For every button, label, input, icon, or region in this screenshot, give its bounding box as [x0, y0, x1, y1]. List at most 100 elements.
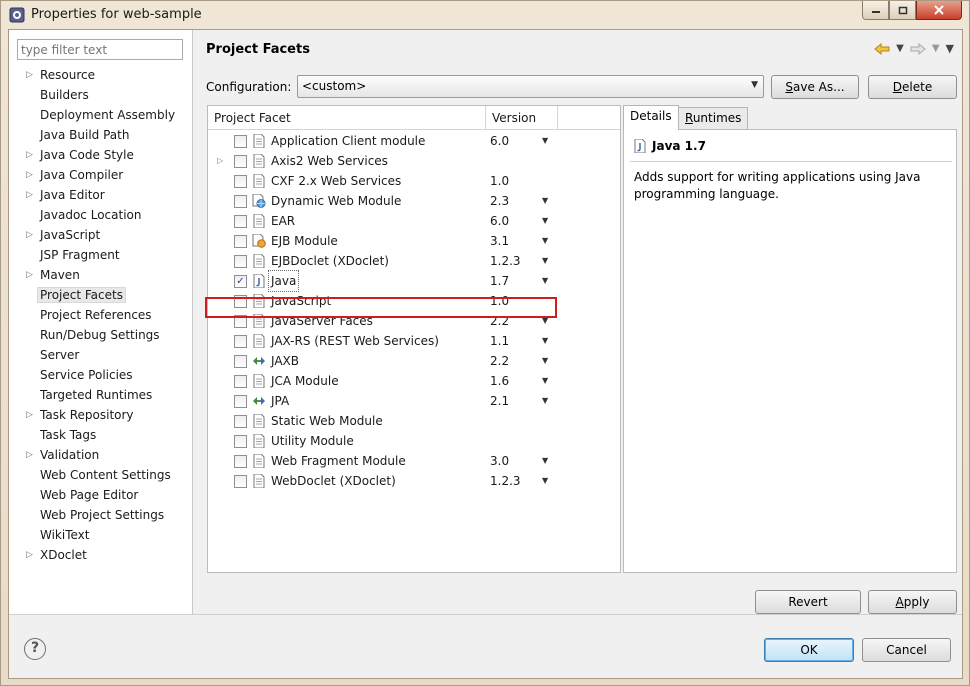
- table-row[interactable]: ✓ Java 1.7 ▼: [208, 270, 620, 292]
- sidebar-item-maven[interactable]: ▷ Maven: [9, 265, 193, 285]
- facet-checkbox[interactable]: [234, 195, 247, 208]
- sidebar-item-targeted-runtimes[interactable]: Targeted Runtimes: [9, 385, 193, 405]
- version-dropdown-icon[interactable]: ▼: [542, 471, 548, 491]
- column-header-project-facet[interactable]: Project Facet: [208, 106, 486, 130]
- expand-arrow-icon[interactable]: ▷: [26, 445, 34, 465]
- table-row[interactable]: JPA 2.1 ▼: [208, 391, 620, 411]
- table-row[interactable]: Dynamic Web Module 2.3 ▼: [208, 191, 620, 211]
- expand-arrow-icon[interactable]: ▷: [26, 165, 34, 185]
- configuration-combo[interactable]: <custom> ▼: [297, 75, 764, 98]
- sidebar-item-javadoc-location[interactable]: Javadoc Location: [9, 205, 193, 225]
- expand-arrow-icon[interactable]: ▷: [217, 151, 223, 171]
- facet-checkbox[interactable]: [234, 435, 247, 448]
- facet-checkbox[interactable]: [234, 235, 247, 248]
- version-dropdown-icon[interactable]: ▼: [542, 251, 548, 271]
- table-row[interactable]: ▷ Axis2 Web Services: [208, 151, 620, 171]
- sidebar-item-project-references[interactable]: Project References: [9, 305, 193, 325]
- table-row[interactable]: EJB Module 3.1 ▼: [208, 231, 620, 251]
- expand-arrow-icon[interactable]: ▷: [26, 405, 34, 425]
- table-row[interactable]: JCA Module 1.6 ▼: [208, 371, 620, 391]
- expand-arrow-icon[interactable]: ▷: [26, 265, 34, 285]
- sidebar-item-jsp-fragment[interactable]: JSP Fragment: [9, 245, 193, 265]
- sidebar-item-service-policies[interactable]: Service Policies: [9, 365, 193, 385]
- version-dropdown-icon[interactable]: ▼: [542, 131, 548, 151]
- tab-runtimes[interactable]: Runtimes: [678, 107, 749, 129]
- sidebar-item-xdoclet[interactable]: ▷ XDoclet: [9, 545, 193, 565]
- facet-checkbox[interactable]: [234, 375, 247, 388]
- table-row[interactable]: JAX-RS (REST Web Services) 1.1 ▼: [208, 331, 620, 351]
- version-dropdown-icon[interactable]: ▼: [542, 391, 548, 411]
- sidebar-item-task-repository[interactable]: ▷ Task Repository: [9, 405, 193, 425]
- sidebar-item-web-content-settings[interactable]: Web Content Settings: [9, 465, 193, 485]
- version-dropdown-icon[interactable]: ▼: [542, 231, 548, 251]
- sidebar-item-java-compiler[interactable]: ▷ Java Compiler: [9, 165, 193, 185]
- table-row[interactable]: EAR 6.0 ▼: [208, 211, 620, 231]
- maximize-button[interactable]: [889, 1, 916, 20]
- table-row[interactable]: JAXB 2.2 ▼: [208, 351, 620, 371]
- facet-checkbox[interactable]: ✓: [234, 275, 247, 288]
- sidebar-item-builders[interactable]: Builders: [9, 85, 193, 105]
- facet-checkbox[interactable]: [234, 455, 247, 468]
- expand-arrow-icon[interactable]: ▷: [26, 65, 34, 85]
- version-dropdown-icon[interactable]: ▼: [542, 371, 548, 391]
- forward-menu-chevron-icon[interactable]: ▼: [932, 43, 940, 54]
- table-row[interactable]: EJBDoclet (XDoclet) 1.2.3 ▼: [208, 251, 620, 271]
- table-row[interactable]: Application Client module 6.0 ▼: [208, 131, 620, 151]
- apply-button[interactable]: Apply: [868, 590, 957, 614]
- facet-checkbox[interactable]: [234, 255, 247, 268]
- help-icon[interactable]: ?: [24, 638, 46, 660]
- forward-arrow-icon[interactable]: [910, 42, 926, 55]
- facet-checkbox[interactable]: [234, 175, 247, 188]
- table-row[interactable]: Static Web Module: [208, 411, 620, 431]
- sidebar-item-java-code-style[interactable]: ▷ Java Code Style: [9, 145, 193, 165]
- version-dropdown-icon[interactable]: ▼: [542, 211, 548, 231]
- version-dropdown-icon[interactable]: ▼: [542, 191, 548, 211]
- facet-checkbox[interactable]: [234, 355, 247, 368]
- table-row[interactable]: CXF 2.x Web Services 1.0: [208, 171, 620, 191]
- sidebar-item-task-tags[interactable]: Task Tags: [9, 425, 193, 445]
- facet-checkbox[interactable]: [234, 415, 247, 428]
- filter-input[interactable]: [17, 39, 183, 60]
- expand-arrow-icon[interactable]: ▷: [26, 185, 34, 205]
- sidebar-item-wikitext[interactable]: WikiText: [9, 525, 193, 545]
- facet-checkbox[interactable]: [234, 215, 247, 228]
- save-as-button[interactable]: Save As...: [771, 75, 859, 99]
- sidebar-item-javascript[interactable]: ▷ JavaScript: [9, 225, 193, 245]
- sidebar-item-resource[interactable]: ▷ Resource: [9, 65, 193, 85]
- sidebar-item-java-editor[interactable]: ▷ Java Editor: [9, 185, 193, 205]
- facet-checkbox[interactable]: [234, 155, 247, 168]
- expand-arrow-icon[interactable]: ▷: [26, 545, 34, 565]
- close-button[interactable]: [916, 1, 962, 20]
- revert-button[interactable]: Revert: [755, 590, 861, 614]
- sidebar-item-server[interactable]: Server: [9, 345, 193, 365]
- version-dropdown-icon[interactable]: ▼: [542, 351, 548, 371]
- version-dropdown-icon[interactable]: ▼: [542, 271, 548, 291]
- ok-button[interactable]: OK: [764, 638, 854, 662]
- facet-checkbox[interactable]: [234, 475, 247, 488]
- sidebar-item-run-debug-settings[interactable]: Run/Debug Settings: [9, 325, 193, 345]
- version-dropdown-icon[interactable]: ▼: [542, 451, 548, 471]
- expand-arrow-icon[interactable]: ▷: [26, 225, 34, 245]
- sidebar-item-java-build-path[interactable]: Java Build Path: [9, 125, 193, 145]
- table-row[interactable]: Web Fragment Module 3.0 ▼: [208, 451, 620, 471]
- back-menu-chevron-icon[interactable]: ▼: [896, 43, 904, 54]
- facet-checkbox[interactable]: [234, 135, 247, 148]
- delete-button[interactable]: Delete: [868, 75, 957, 99]
- tab-details[interactable]: Details: [623, 105, 679, 130]
- sidebar-item-web-page-editor[interactable]: Web Page Editor: [9, 485, 193, 505]
- back-arrow-icon[interactable]: [874, 42, 890, 55]
- minimize-button[interactable]: [862, 1, 889, 20]
- sidebar-item-deployment-assembly[interactable]: Deployment Assembly: [9, 105, 193, 125]
- facet-checkbox[interactable]: [234, 395, 247, 408]
- view-menu-chevron-icon[interactable]: ▼: [946, 42, 954, 55]
- sidebar-item-web-project-settings[interactable]: Web Project Settings: [9, 505, 193, 525]
- column-header-version[interactable]: Version: [486, 106, 558, 130]
- table-row[interactable]: WebDoclet (XDoclet) 1.2.3 ▼: [208, 471, 620, 491]
- cancel-button[interactable]: Cancel: [862, 638, 951, 662]
- sidebar-item-project-facets[interactable]: Project Facets: [9, 285, 193, 305]
- expand-arrow-icon[interactable]: ▷: [26, 145, 34, 165]
- facet-checkbox[interactable]: [234, 335, 247, 348]
- table-row[interactable]: Utility Module: [208, 431, 620, 451]
- sidebar-item-validation[interactable]: ▷ Validation: [9, 445, 193, 465]
- version-dropdown-icon[interactable]: ▼: [542, 331, 548, 351]
